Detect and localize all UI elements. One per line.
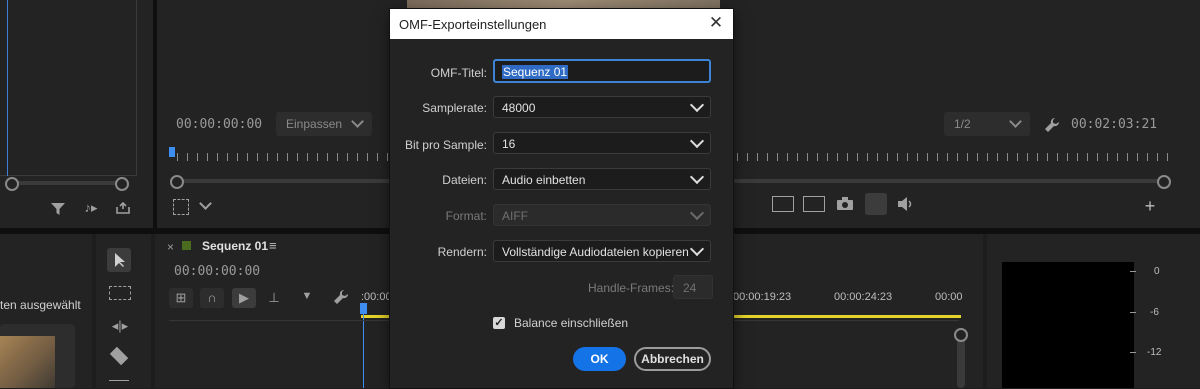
speaker-icon[interactable] xyxy=(898,197,914,213)
balance-checkbox[interactable]: ✓ xyxy=(493,317,505,329)
program-timecode-duration: 00:02:03:21 xyxy=(1071,117,1158,132)
export-icon[interactable] xyxy=(116,201,130,216)
fit-dropdown[interactable]: Einpassen xyxy=(276,112,372,136)
chevron-down-icon xyxy=(689,97,705,113)
timeline-wrench-icon[interactable] xyxy=(333,289,349,307)
format-select: AIFF xyxy=(493,204,711,226)
render-value: Vollständige Audiodateien kopieren xyxy=(502,245,689,259)
program-scroll-left-handle[interactable] xyxy=(170,175,184,189)
insert-sequence-icon[interactable]: ⊞ xyxy=(169,288,193,308)
close-icon[interactable]: ✕ xyxy=(707,14,725,32)
source-scrollbar[interactable] xyxy=(8,181,124,185)
files-select[interactable]: Audio einbetten xyxy=(493,168,711,190)
dialog-title: OMF-Exporteinstellungen xyxy=(399,17,547,32)
source-monitor-frame xyxy=(0,0,137,176)
cancel-button[interactable]: Abbrechen xyxy=(634,347,711,371)
dialog-title-bar[interactable]: OMF-Exporteinstellungen ✕ xyxy=(390,9,733,39)
audio-meter-display xyxy=(1002,262,1134,388)
chevron-down-icon xyxy=(689,205,705,221)
marker-icon[interactable]: ▼ xyxy=(301,291,313,302)
handle-frames-label: Handle-Frames: xyxy=(588,281,675,295)
music-note-icon[interactable]: ♪▸ xyxy=(83,201,99,214)
ok-button[interactable]: OK xyxy=(573,347,626,371)
sample-rate-select[interactable]: 48000 xyxy=(493,96,711,118)
meter-scale-label: -6 xyxy=(1150,307,1159,318)
source-monitor-panel: ♪▸ xyxy=(0,0,153,228)
lift-icon[interactable] xyxy=(772,196,794,212)
meter-tick xyxy=(1130,352,1136,353)
meter-scale-label: 0 xyxy=(1154,266,1160,277)
filter-icon[interactable] xyxy=(51,203,65,217)
program-timecode-in[interactable]: 00:00:00:00 xyxy=(176,117,262,132)
ruler-start-label: :00:00 xyxy=(361,291,392,303)
source-scroll-left-handle[interactable] xyxy=(5,177,19,191)
sequence-color-swatch xyxy=(182,241,191,250)
balance-checkbox-label[interactable]: Balance einschließen xyxy=(514,316,628,330)
files-value: Audio einbetten xyxy=(502,173,586,187)
meter-scale-label: -12 xyxy=(1147,347,1162,358)
ripple-edit-icon[interactable]: ◂|▸ xyxy=(109,319,131,332)
sample-rate-label: Samplerate: xyxy=(422,101,487,115)
chevron-down-icon xyxy=(689,133,705,149)
program-scroll-right-handle[interactable] xyxy=(1157,175,1171,189)
source-scroll-right-handle[interactable] xyxy=(115,177,129,191)
format-label: Format: xyxy=(445,209,487,223)
resolution-dropdown-label: 1/2 xyxy=(954,117,971,131)
checkmark-icon: ✓ xyxy=(494,317,504,329)
format-value: AIFF xyxy=(502,209,528,223)
omf-export-dialog: OMF-Exporteinstellungen ✕ OMF-Titel: Seq… xyxy=(390,9,733,388)
add-button-icon[interactable]: + xyxy=(1142,197,1158,215)
omf-title-value: Sequenz 01 xyxy=(502,65,569,79)
camera-icon[interactable] xyxy=(837,197,853,212)
chevron-down-icon xyxy=(1009,115,1022,128)
omf-title-input[interactable]: Sequenz 01 xyxy=(493,59,711,83)
timeline-playhead-line xyxy=(363,314,364,388)
timeline-playhead-handle[interactable] xyxy=(360,303,367,314)
extract-icon[interactable] xyxy=(803,196,825,212)
razor-icon[interactable] xyxy=(109,346,129,366)
linked-selection-icon[interactable]: ▶ xyxy=(232,288,256,308)
track-select-icon[interactable] xyxy=(109,286,131,300)
compare-view-button[interactable] xyxy=(865,193,887,215)
bit-depth-select[interactable]: 16 xyxy=(493,132,711,154)
resolution-dropdown[interactable]: 1/2 xyxy=(944,112,1030,136)
selection-tool-button[interactable] xyxy=(107,248,131,272)
chevron-down-icon xyxy=(689,241,705,257)
source-playhead-line xyxy=(7,0,8,176)
handle-frames-input: 24 xyxy=(673,275,713,299)
sample-rate-value: 48000 xyxy=(502,101,536,115)
ruler-time-label: 00:00 xyxy=(935,291,963,303)
bit-depth-value: 16 xyxy=(502,137,516,151)
meter-tick xyxy=(1130,312,1136,313)
bit-depth-label: Bit pro Sample: xyxy=(404,138,487,152)
clip-thumbnail[interactable] xyxy=(0,336,55,388)
magnet-snap-icon[interactable]: ∩ xyxy=(200,288,224,308)
omf-title-label: OMF-Titel: xyxy=(430,66,487,80)
timeline-scroll-handle[interactable] xyxy=(954,328,968,342)
project-panel: ten ausgewählt xyxy=(0,234,92,388)
render-select[interactable]: Vollständige Audiodateien kopieren xyxy=(493,240,711,262)
sequence-tab-title[interactable]: Sequenz 01 xyxy=(202,239,268,253)
chevron-down-icon xyxy=(351,115,364,128)
chevron-down-icon[interactable] xyxy=(199,197,212,210)
render-label: Rendern: xyxy=(437,245,487,259)
wrench-icon[interactable] xyxy=(1044,117,1060,135)
selection-status: ten ausgewählt xyxy=(0,298,81,312)
arrow-cursor-icon xyxy=(115,253,125,267)
panel-menu-icon[interactable]: ≡ xyxy=(269,238,277,253)
chevron-down-icon xyxy=(689,169,705,185)
safe-margins-icon[interactable] xyxy=(173,199,189,215)
handle-frames-value: 24 xyxy=(683,281,697,295)
add-marker-icon[interactable]: ⊥ xyxy=(265,290,283,306)
tools-panel: ◂|▸ xyxy=(96,234,151,388)
audio-meter-panel: 0 -6 -12 xyxy=(987,234,1200,388)
fit-dropdown-label: Einpassen xyxy=(286,117,343,131)
program-playhead-marker[interactable] xyxy=(169,147,175,157)
close-tab-icon[interactable]: × xyxy=(167,240,174,254)
files-label: Dateien: xyxy=(442,173,487,187)
meter-tick xyxy=(1130,271,1136,272)
ruler-time-label: 00:00:19:23 xyxy=(733,291,792,303)
timeline-playhead-timecode[interactable]: 00:00:00:00 xyxy=(174,264,260,279)
ruler-time-label: 00:00:24:23 xyxy=(834,291,893,303)
